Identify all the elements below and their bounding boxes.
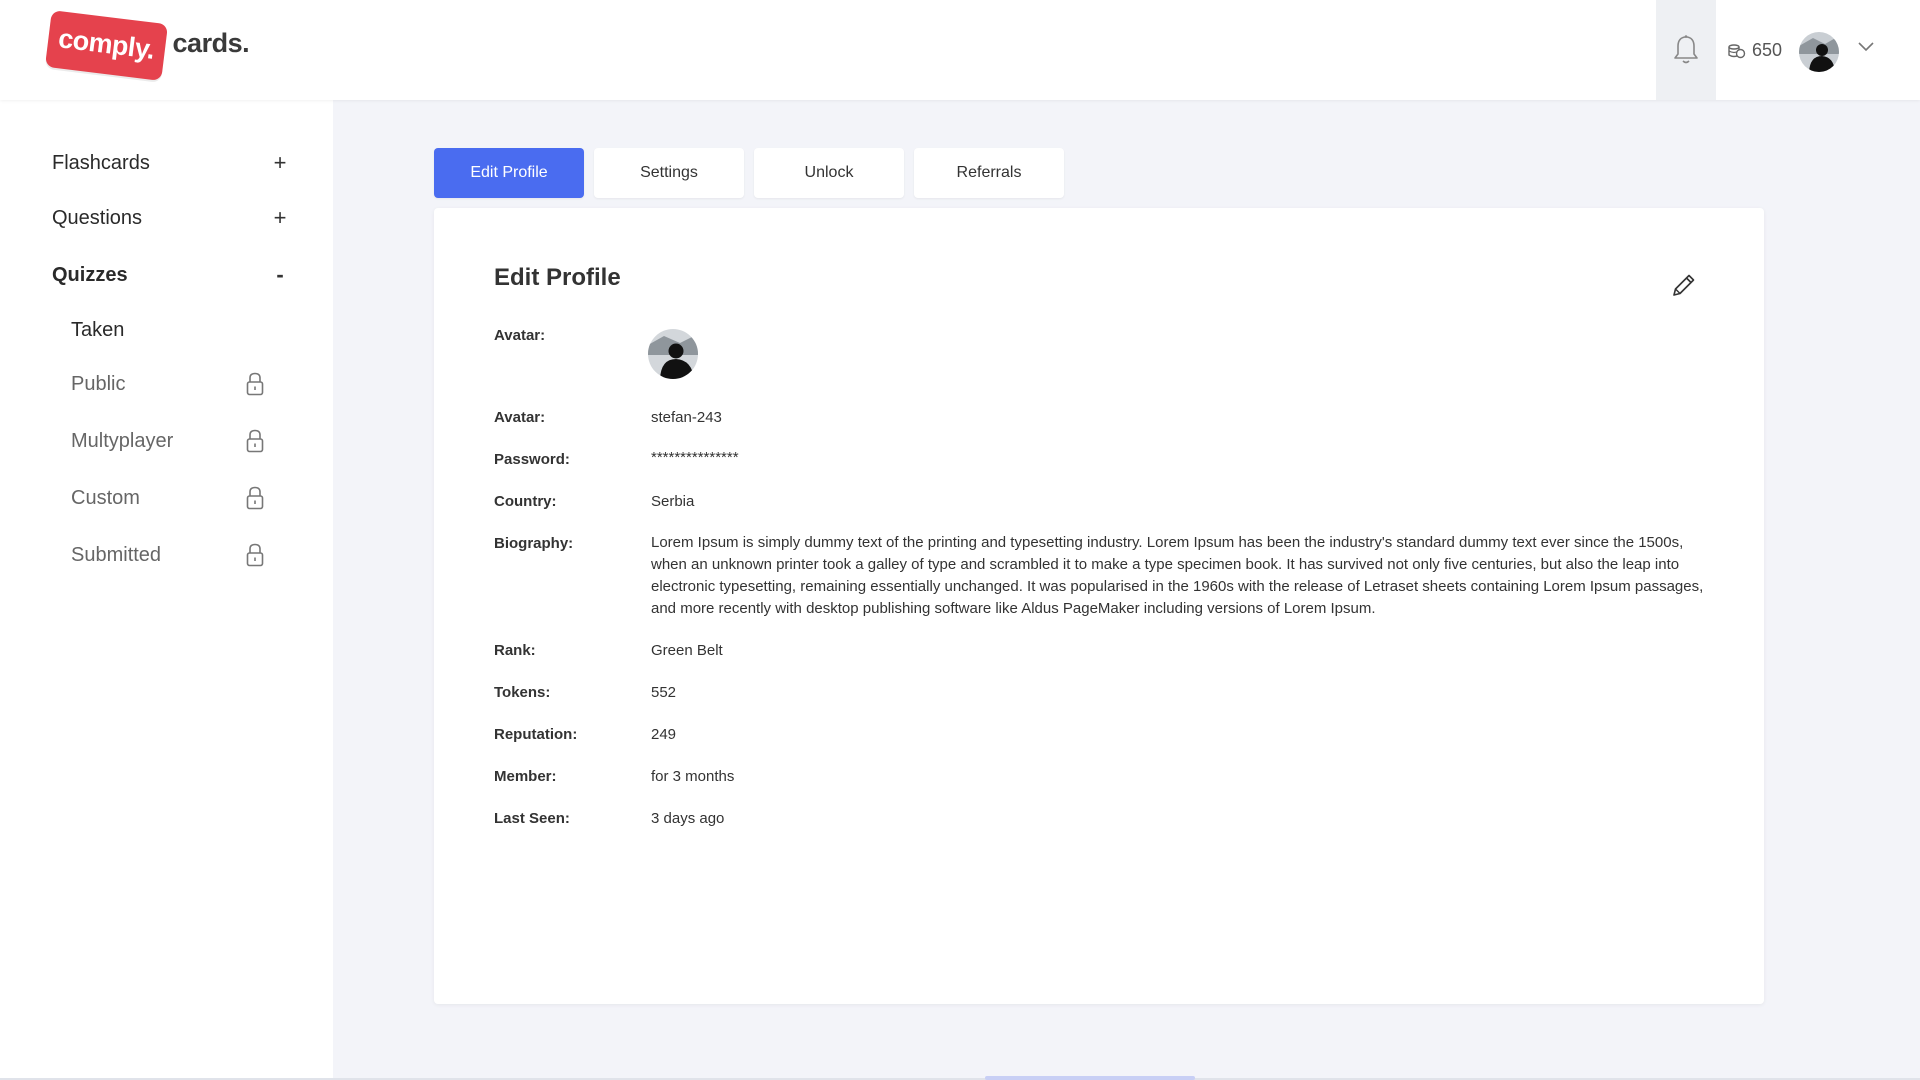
sidebar-item-quizzes[interactable]: Quizzes - xyxy=(52,262,290,288)
field-label: Tokens: xyxy=(494,684,551,701)
lock-icon xyxy=(246,429,264,453)
tokens-value: 552 xyxy=(651,684,677,701)
field-label: Member: xyxy=(494,768,557,785)
logo-text: cards. xyxy=(172,28,250,58)
sidebar-subitem-multyplayer[interactable]: Multyplayer xyxy=(71,429,264,453)
member-value: for 3 months xyxy=(651,768,735,785)
pencil-icon[interactable] xyxy=(1670,271,1698,299)
rank-value: Green Belt xyxy=(651,642,723,659)
biography-value: Lorem Ipsum is simply dummy text of the … xyxy=(651,534,1704,617)
avatar-label: Avatar: xyxy=(494,327,546,344)
field-label: Rank: xyxy=(494,642,536,659)
field-label: Avatar: xyxy=(494,409,546,426)
field-label: Country: xyxy=(494,493,557,510)
avatar-image xyxy=(1799,32,1839,72)
app-logo[interactable]: comply. cards. xyxy=(44,10,250,81)
avatar-image xyxy=(648,329,698,379)
profile-card: Edit Profile Avatar: Avatar: stefan-243 … xyxy=(434,208,1764,1004)
user-avatar[interactable] xyxy=(1799,32,1839,72)
sidebar-subitem-custom[interactable]: Custom xyxy=(71,486,264,510)
collapse-icon[interactable]: - xyxy=(270,262,290,288)
profile-avatar[interactable] xyxy=(648,329,698,379)
reputation-value: 249 xyxy=(651,726,677,743)
tab-settings[interactable]: Settings xyxy=(594,148,744,198)
chevron-down-icon[interactable] xyxy=(1858,42,1874,52)
country-value: Serbia xyxy=(651,493,695,510)
sidebar-item-flashcards[interactable]: Flashcards + xyxy=(52,150,290,176)
username-value: stefan-243 xyxy=(651,409,722,426)
sidebar-subitem-submitted[interactable]: Submitted xyxy=(71,543,264,567)
last-seen-value: 3 days ago xyxy=(651,810,725,827)
sidebar-subitem-public[interactable]: Public xyxy=(71,372,264,396)
lock-icon xyxy=(246,543,264,567)
expand-icon[interactable]: + xyxy=(270,150,290,176)
coins-icon xyxy=(1728,43,1746,58)
password-value: *************** xyxy=(651,449,739,466)
tab-unlock[interactable]: Unlock xyxy=(754,148,904,198)
notifications-button[interactable] xyxy=(1656,0,1716,100)
page-title: Edit Profile xyxy=(494,264,621,291)
logo-badge: comply. xyxy=(44,10,168,81)
sidebar-subitem-label: Submitted xyxy=(71,543,162,566)
coin-balance: 650 xyxy=(1728,40,1782,61)
top-header: comply. cards. 650 xyxy=(0,0,1920,100)
field-label: Password: xyxy=(494,451,570,468)
tab-referrals[interactable]: Referrals xyxy=(914,148,1064,198)
sidebar-subitem-label: Custom xyxy=(71,486,140,509)
lock-icon xyxy=(246,486,264,510)
field-label: Reputation: xyxy=(494,726,578,743)
sidebar-item-label: Flashcards xyxy=(52,151,150,174)
expand-icon[interactable]: + xyxy=(270,205,290,231)
sidebar-subitem-label: Public xyxy=(71,372,126,395)
sidebar-item-label: Questions xyxy=(52,206,143,229)
sidebar-subitem-taken[interactable]: Taken xyxy=(71,319,264,342)
sidebar-item-questions[interactable]: Questions + xyxy=(52,205,290,231)
sidebar-item-label: Quizzes xyxy=(52,263,128,286)
bell-icon xyxy=(1674,35,1698,64)
lock-icon xyxy=(246,372,264,396)
sidebar-subitem-label: Multyplayer xyxy=(71,429,174,452)
scroll-indicator xyxy=(985,1076,1195,1080)
coin-count: 650 xyxy=(1752,40,1783,60)
field-label: Last Seen: xyxy=(494,810,570,827)
sidebar: Flashcards + Questions + Quizzes - Taken… xyxy=(0,100,333,1078)
sidebar-subitem-label: Taken xyxy=(71,319,125,341)
field-label: Biography: xyxy=(494,535,574,552)
tab-edit-profile[interactable]: Edit Profile xyxy=(434,148,584,198)
